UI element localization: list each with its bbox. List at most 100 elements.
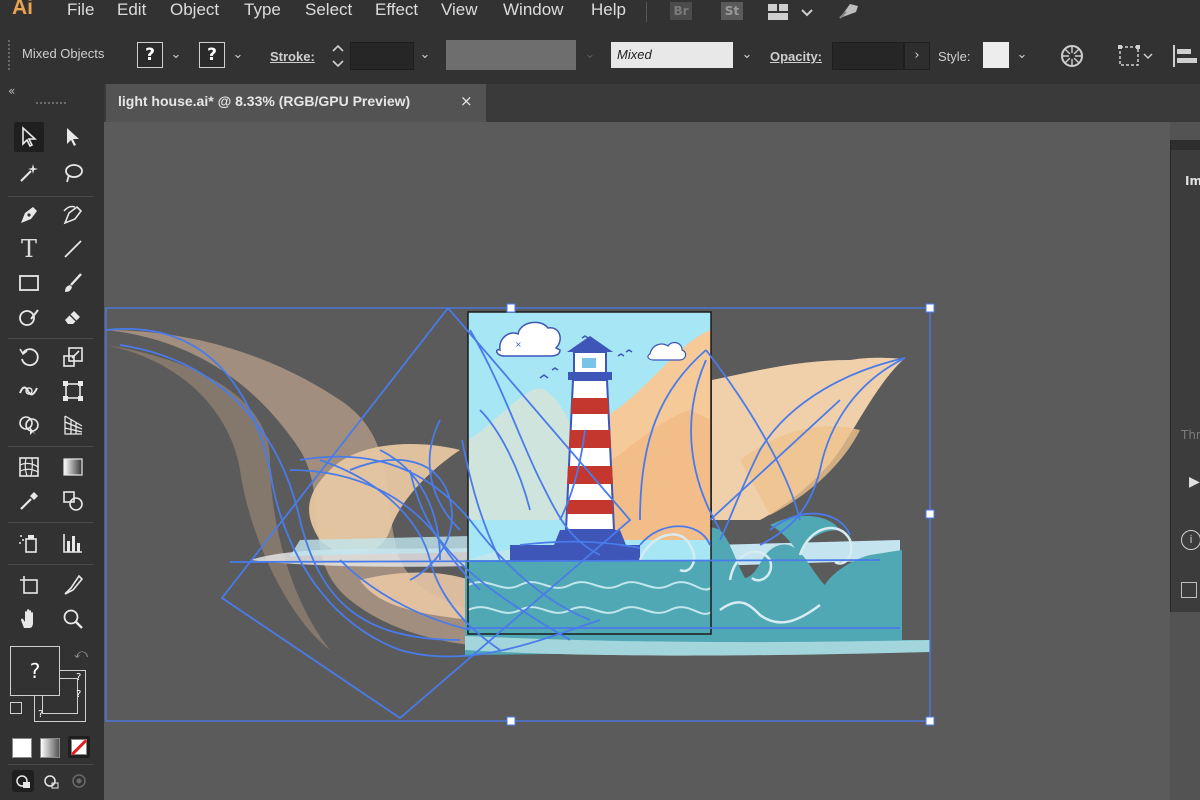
- toolbar-grip[interactable]: [36, 102, 66, 107]
- opacity-label[interactable]: Opacity:: [770, 49, 822, 64]
- panel-arrow-icon[interactable]: ▶: [1189, 474, 1200, 490]
- brush-chevron-down-icon[interactable]: ⌄: [738, 42, 756, 68]
- scale-tool-icon[interactable]: [58, 342, 88, 372]
- brush-definition-dropdown[interactable]: Mixed: [611, 42, 733, 68]
- toolbar-divider: [8, 338, 94, 339]
- app-logo: Ai: [12, 0, 33, 19]
- panel-header: [1171, 140, 1200, 150]
- bridge-icon[interactable]: Br: [670, 2, 692, 20]
- grip-handle[interactable]: [8, 40, 12, 70]
- toolbar-divider: [8, 196, 94, 197]
- stroke-swatch[interactable]: ?: [199, 42, 225, 68]
- workspace-arrange-icon[interactable]: [766, 2, 818, 22]
- menu-divider: [646, 2, 647, 22]
- align-icon[interactable]: [1170, 43, 1200, 69]
- selection-type-label: Mixed Objects: [22, 46, 105, 61]
- lasso-tool-icon[interactable]: [58, 158, 88, 188]
- toolbar-divider: [8, 564, 94, 565]
- menu-effect[interactable]: Effect: [375, 0, 418, 20]
- gradient-tool-icon[interactable]: [58, 452, 88, 482]
- default-fill-stroke-icon[interactable]: [10, 702, 22, 714]
- menu-file[interactable]: File: [67, 0, 94, 20]
- document-tab[interactable]: light house.ai* @ 8.33% (RGB/GPU Preview…: [106, 84, 486, 122]
- perspective-grid-tool-icon[interactable]: [58, 410, 88, 440]
- control-bar: Mixed Objects ? ⌄ ? ⌄ Stroke: ⌄ ⌄ Mixed …: [0, 26, 1200, 85]
- panel-checkbox[interactable]: [1181, 582, 1197, 598]
- stroke-weight-chevron-down-icon[interactable]: ⌄: [416, 42, 434, 68]
- menu-bar: Ai File Edit Object Type Select Effect V…: [0, 0, 1200, 26]
- menu-type[interactable]: Type: [244, 0, 281, 20]
- free-transform-tool-icon[interactable]: [58, 376, 88, 406]
- draw-behind-icon[interactable]: [40, 770, 62, 792]
- magic-wand-tool-icon[interactable]: [14, 158, 44, 188]
- menu-view[interactable]: View: [441, 0, 478, 20]
- menu-help[interactable]: Help: [591, 0, 626, 20]
- info-icon[interactable]: i: [1181, 530, 1200, 550]
- color-mode-icon[interactable]: [12, 738, 32, 758]
- eyedropper-tool-icon[interactable]: [14, 486, 44, 516]
- type-tool-icon[interactable]: T: [14, 234, 44, 264]
- swap-fill-stroke-icon[interactable]: ⤺: [74, 647, 88, 662]
- fill-swatch[interactable]: ?: [137, 42, 163, 68]
- pen-tool-icon[interactable]: [14, 200, 44, 230]
- rotate-tool-icon[interactable]: [14, 342, 44, 372]
- stock-icon[interactable]: St: [721, 2, 743, 20]
- menu-object[interactable]: Object: [170, 0, 219, 20]
- stroke-chevron-down-icon[interactable]: ⌄: [229, 42, 247, 68]
- line-segment-tool-icon[interactable]: [58, 234, 88, 264]
- style-label: Style:: [938, 49, 971, 64]
- stroke-unknown-glyph: ?: [76, 672, 82, 683]
- stroke-unknown-glyph: ?: [38, 709, 44, 720]
- panel-threshold-label: Thr: [1181, 428, 1200, 442]
- selection-tool-icon[interactable]: [14, 122, 44, 152]
- toolbar-divider: [8, 522, 94, 523]
- direct-selection-tool-icon[interactable]: [58, 122, 88, 152]
- transform-reference-icon[interactable]: [1116, 43, 1156, 69]
- mesh-tool-icon[interactable]: [14, 452, 44, 482]
- slice-tool-icon[interactable]: [58, 570, 88, 600]
- style-chevron-down-icon[interactable]: ⌄: [1013, 42, 1031, 68]
- variable-width-chevron-down-icon: ⌄: [584, 47, 596, 62]
- menu-window[interactable]: Window: [503, 0, 563, 20]
- opacity-arrow-icon[interactable]: ›: [904, 42, 930, 70]
- paintbrush-tool-icon[interactable]: [58, 268, 88, 298]
- fill-color-box[interactable]: ?: [10, 646, 60, 696]
- gradient-mode-icon[interactable]: [40, 738, 60, 758]
- collapse-panel-icon[interactable]: «: [8, 84, 15, 98]
- gpu-performance-icon[interactable]: [836, 0, 862, 22]
- menu-edit[interactable]: Edit: [117, 0, 146, 20]
- document-tab-title: light house.ai* @ 8.33% (RGB/GPU Preview…: [118, 93, 411, 109]
- draw-normal-icon[interactable]: [12, 770, 34, 792]
- fill-chevron-down-icon[interactable]: ⌄: [167, 42, 185, 68]
- variable-width-profile[interactable]: [446, 40, 576, 70]
- stroke-label[interactable]: Stroke:: [270, 49, 315, 64]
- artwork-canvas[interactable]: ×: [104, 122, 1170, 800]
- close-tab-icon[interactable]: ×: [460, 92, 473, 110]
- toolbar-divider: [8, 446, 94, 447]
- warp-tool-icon[interactable]: [14, 376, 44, 406]
- graphic-style-swatch[interactable]: [983, 42, 1009, 68]
- stroke-weight-stepper-icon[interactable]: [328, 41, 348, 71]
- draw-inside-icon[interactable]: [68, 770, 90, 792]
- opacity-input[interactable]: [832, 42, 904, 70]
- panel-label: Im: [1185, 174, 1200, 188]
- shape-builder-tool-icon[interactable]: [14, 410, 44, 440]
- menu-select[interactable]: Select: [305, 0, 352, 20]
- properties-panel: Im Thr ▶ i: [1170, 140, 1200, 612]
- hand-tool-icon[interactable]: [14, 604, 44, 634]
- blend-tool-icon[interactable]: [58, 486, 88, 516]
- recolor-artwork-icon[interactable]: [1059, 43, 1085, 69]
- symbol-sprayer-tool-icon[interactable]: [14, 528, 44, 558]
- curvature-tool-icon[interactable]: [58, 200, 88, 230]
- artboard-tool-icon[interactable]: [14, 570, 44, 600]
- tools-panel: « T ? ? ? ? ⤺: [0, 84, 104, 800]
- stroke-unknown-glyph: ?: [76, 689, 82, 700]
- shaper-tool-icon[interactable]: [14, 302, 44, 332]
- zoom-tool-icon[interactable]: [58, 604, 88, 634]
- rectangle-tool-icon[interactable]: [14, 268, 44, 298]
- stroke-weight-input[interactable]: [350, 42, 414, 70]
- toolbar-divider: [8, 764, 94, 765]
- eraser-tool-icon[interactable]: [58, 302, 88, 332]
- column-graph-tool-icon[interactable]: [58, 528, 88, 558]
- none-mode-icon[interactable]: [68, 736, 90, 758]
